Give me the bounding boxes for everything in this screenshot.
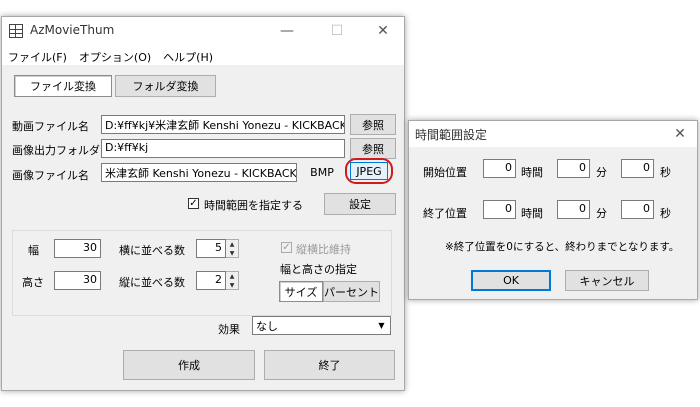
tab-file-convert[interactable]: ファイル変換 bbox=[14, 75, 112, 97]
tab-folder-convert[interactable]: フォルダ変換 bbox=[115, 75, 216, 97]
image-file-input[interactable]: 米津玄師 Kenshi Yonezu - KICKBACK bbox=[101, 163, 297, 182]
spin-down-icon[interactable]: ▼ bbox=[226, 249, 238, 258]
start-hour-unit: 時間 bbox=[521, 166, 543, 179]
dialog-close-button[interactable]: ✕ bbox=[665, 121, 695, 147]
effect-select-value: なし bbox=[256, 320, 278, 333]
time-range-label: 時間範囲を指定する bbox=[204, 199, 303, 212]
end-minute-input[interactable]: 0 bbox=[557, 200, 590, 219]
rows-input[interactable]: 2 bbox=[196, 271, 226, 290]
main-title: AzMovieThum bbox=[30, 23, 115, 37]
create-button[interactable]: 作成 bbox=[123, 350, 255, 380]
start-second-input[interactable]: 0 bbox=[621, 159, 654, 178]
size-group: 幅 30 横に並べる数 5 ▲ ▼ ✓ 縦横比維持 高さ 30 縦に並べる数 2 … bbox=[12, 230, 392, 316]
end-hour-unit: 時間 bbox=[521, 207, 543, 220]
minimize-button[interactable]: — bbox=[270, 17, 304, 45]
start-second-unit: 秒 bbox=[660, 166, 671, 179]
cols-input[interactable]: 5 bbox=[196, 239, 226, 258]
keep-aspect-checkbox[interactable]: ✓ bbox=[281, 242, 292, 253]
start-hour-input[interactable]: 0 bbox=[483, 159, 516, 178]
end-second-input[interactable]: 0 bbox=[621, 200, 654, 219]
cols-spinner[interactable]: ▲ ▼ bbox=[226, 239, 239, 258]
video-browse-button[interactable]: 参照 bbox=[350, 114, 396, 135]
jpeg-button[interactable]: JPEG bbox=[350, 162, 388, 180]
menu-help[interactable]: ヘルプ(H) bbox=[157, 45, 219, 65]
end-label: 終了位置 bbox=[423, 207, 467, 220]
main-title-bar[interactable]: AzMovieThum — ☐ ✕ bbox=[2, 17, 404, 45]
menu-file[interactable]: ファイル(F) bbox=[2, 45, 73, 65]
start-minute-input[interactable]: 0 bbox=[557, 159, 590, 178]
check-mark-icon: ✓ bbox=[282, 241, 291, 253]
close-button[interactable]: ✕ bbox=[366, 17, 400, 45]
height-label: 高さ bbox=[22, 276, 44, 289]
menu-option[interactable]: オプション(O) bbox=[73, 45, 157, 65]
width-label: 幅 bbox=[28, 244, 39, 257]
size-spec-label: 幅と高さの指定 bbox=[280, 263, 357, 276]
width-input[interactable]: 30 bbox=[54, 239, 101, 258]
rows-label: 縦に並べる数 bbox=[119, 276, 185, 289]
video-file-label: 動画ファイル名 bbox=[12, 120, 89, 133]
dialog-note: ※終了位置を0にすると、終わりまでとなります。 bbox=[445, 241, 680, 253]
end-hour-input[interactable]: 0 bbox=[483, 200, 516, 219]
video-file-input[interactable]: D:¥ff¥kj¥米津玄師 Kenshi Yonezu - KICKBACK.m bbox=[101, 115, 345, 134]
chevron-down-icon[interactable]: ▼ bbox=[374, 318, 389, 333]
image-file-label: 画像ファイル名 bbox=[12, 169, 89, 182]
output-folder-input[interactable]: D:¥ff¥kj bbox=[101, 139, 345, 158]
main-window: AzMovieThum — ☐ ✕ ファイル(F) オプション(O) ヘルプ(H… bbox=[1, 16, 405, 391]
dialog-title: 時間範囲設定 bbox=[415, 128, 488, 142]
size-spec-size-button[interactable]: サイズ bbox=[279, 281, 323, 302]
output-browse-button[interactable]: 参照 bbox=[350, 138, 396, 159]
end-second-unit: 秒 bbox=[660, 207, 671, 220]
spin-down-icon[interactable]: ▼ bbox=[226, 281, 238, 290]
rows-spinner[interactable]: ▲ ▼ bbox=[226, 271, 239, 290]
effect-select[interactable]: なし ▼ bbox=[252, 316, 391, 335]
app-icon bbox=[9, 24, 23, 38]
time-range-checkbox[interactable]: ✓ bbox=[188, 198, 199, 209]
time-range-settings-button[interactable]: 設定 bbox=[324, 193, 396, 215]
spin-up-icon[interactable]: ▲ bbox=[226, 272, 238, 281]
exit-button[interactable]: 終了 bbox=[264, 350, 395, 380]
spin-up-icon[interactable]: ▲ bbox=[226, 240, 238, 249]
time-range-dialog: 時間範囲設定 ✕ 開始位置 0 時間 0 分 0 秒 終了位置 0 時間 0 分… bbox=[408, 120, 698, 300]
output-folder-label: 画像出力フォルダ bbox=[12, 144, 100, 157]
end-minute-unit: 分 bbox=[596, 207, 607, 220]
start-label: 開始位置 bbox=[423, 166, 467, 179]
maximize-button[interactable]: ☐ bbox=[320, 17, 354, 45]
ok-button[interactable]: OK bbox=[471, 270, 551, 291]
bmp-button[interactable]: BMP bbox=[300, 162, 344, 183]
start-minute-unit: 分 bbox=[596, 166, 607, 179]
cols-label: 横に並べる数 bbox=[119, 244, 185, 257]
dialog-title-bar[interactable]: 時間範囲設定 ✕ bbox=[409, 121, 697, 147]
cancel-button[interactable]: キャンセル bbox=[565, 270, 649, 291]
size-spec-percent-button[interactable]: パーセント bbox=[323, 281, 380, 302]
menu-bar: ファイル(F) オプション(O) ヘルプ(H) bbox=[2, 45, 404, 65]
effect-label: 効果 bbox=[218, 323, 240, 336]
check-mark-icon: ✓ bbox=[189, 197, 198, 209]
keep-aspect-label: 縦横比維持 bbox=[296, 243, 351, 256]
height-input[interactable]: 30 bbox=[54, 271, 101, 290]
